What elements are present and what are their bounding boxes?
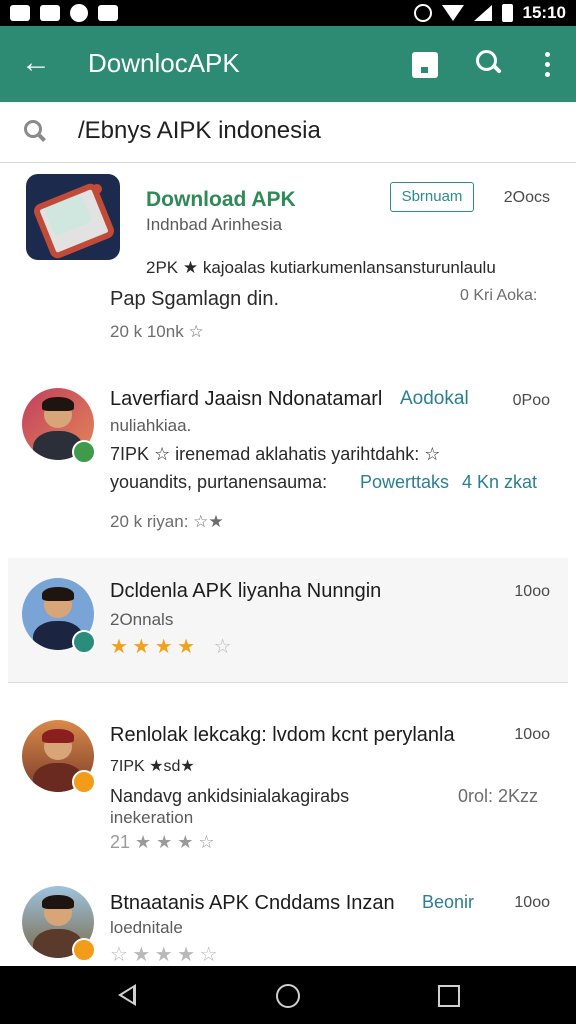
star-icon: ★	[110, 636, 128, 658]
item-description: 7IPK ☆ irenemad aklahatis yarihtdahk: ☆	[110, 444, 441, 464]
item-title: Download APK	[146, 188, 296, 211]
signal-icon	[473, 5, 492, 21]
item-count: 0Poo	[512, 392, 550, 409]
item-title: Laverfiard Jaaisn Ndonatamarl	[110, 388, 383, 410]
item-description: youandits, purtanensauma:	[110, 472, 328, 492]
item-rating: 20 k 10nk ☆	[110, 322, 204, 341]
status-bar: 15:10	[0, 0, 576, 26]
item-count: 2Oocs	[503, 189, 550, 206]
arrow-left-icon: ←	[21, 46, 51, 79]
item-subtitle: Indnbad Arinhesia	[146, 215, 283, 234]
app-title: DownlocAPK	[88, 48, 240, 78]
nav-back-icon[interactable]	[118, 984, 136, 1006]
badge	[72, 770, 96, 794]
list-item[interactable]: Download APK Indnbad Arinhesia Sbrnuam 2…	[8, 164, 568, 369]
clock: 15:10	[522, 3, 566, 22]
bookmark-icon[interactable]	[412, 52, 438, 78]
item-subtitle: nuliahkiaa.	[110, 416, 192, 435]
app-icon	[26, 174, 120, 260]
star-rating: ★ ★ ★ ★ ☆	[110, 634, 232, 659]
item-description: Pap Sgamlagn din.	[110, 288, 280, 310]
app-bar: ← DownlocAPK	[0, 26, 576, 102]
verified-badge	[72, 440, 96, 464]
item-description: 2PK ★ kajoalas kutiarkumenlansansturunla…	[146, 258, 496, 277]
item-tag: Aodokal	[400, 388, 469, 409]
search-icon	[22, 118, 50, 146]
item-title: Btnaatanis APK Cnddams Inzan	[110, 892, 395, 914]
item-rating: 21 ★ ★ ★ ☆	[110, 832, 215, 852]
item-subtitle: 2Onnals	[110, 610, 174, 629]
search-button[interactable]	[474, 48, 504, 78]
star-rating: ☆ ★ ★ ★ ☆	[110, 942, 218, 966]
battery-icon	[501, 4, 513, 22]
star-icon: ☆	[110, 944, 128, 966]
item-count: 10oo	[514, 726, 550, 743]
item-title: Dcldenla APK liyanha Nunngin	[110, 580, 382, 602]
star-icon: ★	[154, 636, 173, 658]
item-description: 7IPK ★sd★	[110, 758, 195, 775]
alarm-icon	[413, 4, 432, 22]
item-meta: 0rol: 2Kzz	[458, 786, 539, 806]
item-rating: 20 k riyan: ☆★	[110, 512, 224, 531]
item-count: 10oo	[514, 583, 550, 600]
nav-home-icon[interactable]	[276, 984, 300, 1008]
install-button[interactable]: Sbrnuam	[390, 182, 474, 212]
item-meta: 0 Kri Aoka:	[460, 287, 538, 304]
badge	[72, 938, 96, 962]
notification-icon	[70, 4, 88, 22]
star-icon: ★	[177, 944, 196, 966]
star-icon: ☆	[199, 944, 218, 966]
item-subtitle: inekeration	[110, 808, 194, 827]
more-vert-icon[interactable]	[540, 50, 554, 80]
star-icon: ★	[154, 944, 173, 966]
item-tag: Beonir	[422, 892, 475, 912]
navigation-bar	[0, 966, 576, 1024]
notification-icon	[98, 5, 118, 21]
item-meta: 4 Kn zkat	[462, 472, 538, 492]
star-icon: ★	[132, 636, 151, 658]
list-item[interactable]: Renlolak lekcakg: lvdom kcnt perylanla 1…	[8, 702, 568, 875]
wifi-icon	[441, 5, 464, 21]
item-title: Renlolak lekcakg: lvdom kcnt perylanla	[110, 724, 455, 746]
verified-badge	[72, 630, 96, 654]
item-subtitle: loednitale	[110, 918, 183, 937]
search-bar[interactable]: /Ebnys AIPK indonesia	[0, 102, 576, 163]
back-button[interactable]: ←	[18, 46, 54, 82]
item-count: 10oo	[514, 894, 550, 911]
star-icon: ☆	[213, 636, 232, 658]
list-item[interactable]: Laverfiard Jaaisn Ndonatamarl Aodokal 0P…	[8, 368, 568, 559]
star-icon: ★	[177, 636, 196, 658]
search-query[interactable]: /Ebnys AIPK indonesia	[78, 117, 321, 145]
star-icon: ★	[132, 944, 151, 966]
item-description: Nandavg ankidsinialakagirabs	[110, 786, 350, 806]
nav-recents-icon[interactable]	[438, 985, 460, 1007]
item-link[interactable]: Powerttaks	[360, 472, 449, 493]
notification-icons	[10, 4, 118, 22]
notification-icon	[40, 5, 60, 21]
results-list: Download APK Indnbad Arinhesia Sbrnuam 2…	[8, 164, 568, 966]
list-item[interactable]: Dcldenla APK liyanha Nunngin 10oo 2Onnal…	[8, 558, 568, 683]
list-item[interactable]: Btnaatanis APK Cnddams Inzan Beonir 10oo…	[8, 874, 568, 966]
notification-icon	[10, 5, 30, 21]
